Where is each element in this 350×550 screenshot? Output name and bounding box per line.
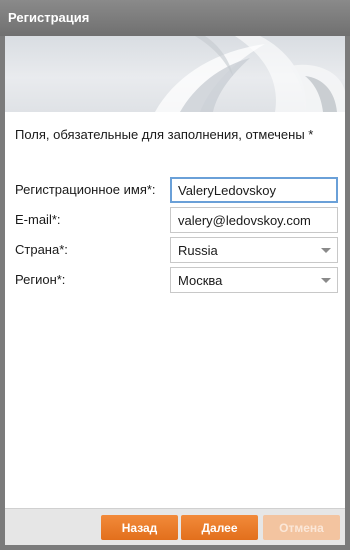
chevron-down-icon <box>321 278 331 283</box>
region-row: Регион*: Москва <box>15 267 338 293</box>
region-select[interactable]: Москва <box>170 267 338 293</box>
dialog-title: Регистрация <box>0 0 350 36</box>
username-label: Регистрационное имя*: <box>15 182 156 197</box>
username-input[interactable] <box>170 177 338 203</box>
back-button[interactable]: Назад <box>101 515 178 540</box>
region-value: Москва <box>178 273 223 288</box>
username-row: Регистрационное имя*: <box>15 177 338 203</box>
region-label: Регион*: <box>15 272 66 287</box>
country-row: Страна*: Russia <box>15 237 338 263</box>
chevron-down-icon <box>321 248 331 253</box>
registration-dialog: Регистрация Поля, обязательные для запол… <box>0 0 350 550</box>
country-value: Russia <box>178 243 218 258</box>
swoosh-graphic-icon <box>155 36 345 112</box>
country-label: Страна*: <box>15 242 68 257</box>
dialog-content: Поля, обязательные для заполнения, отмеч… <box>5 36 345 508</box>
country-select[interactable]: Russia <box>170 237 338 263</box>
header-banner <box>5 36 345 112</box>
dialog-footer: Назад Далее Отмена <box>5 508 345 545</box>
email-label: E-mail*: <box>15 212 61 227</box>
next-button[interactable]: Далее <box>181 515 258 540</box>
required-fields-note: Поля, обязательные для заполнения, отмеч… <box>15 127 314 142</box>
email-input[interactable] <box>170 207 338 233</box>
email-row: E-mail*: <box>15 207 338 233</box>
cancel-button[interactable]: Отмена <box>263 515 340 540</box>
